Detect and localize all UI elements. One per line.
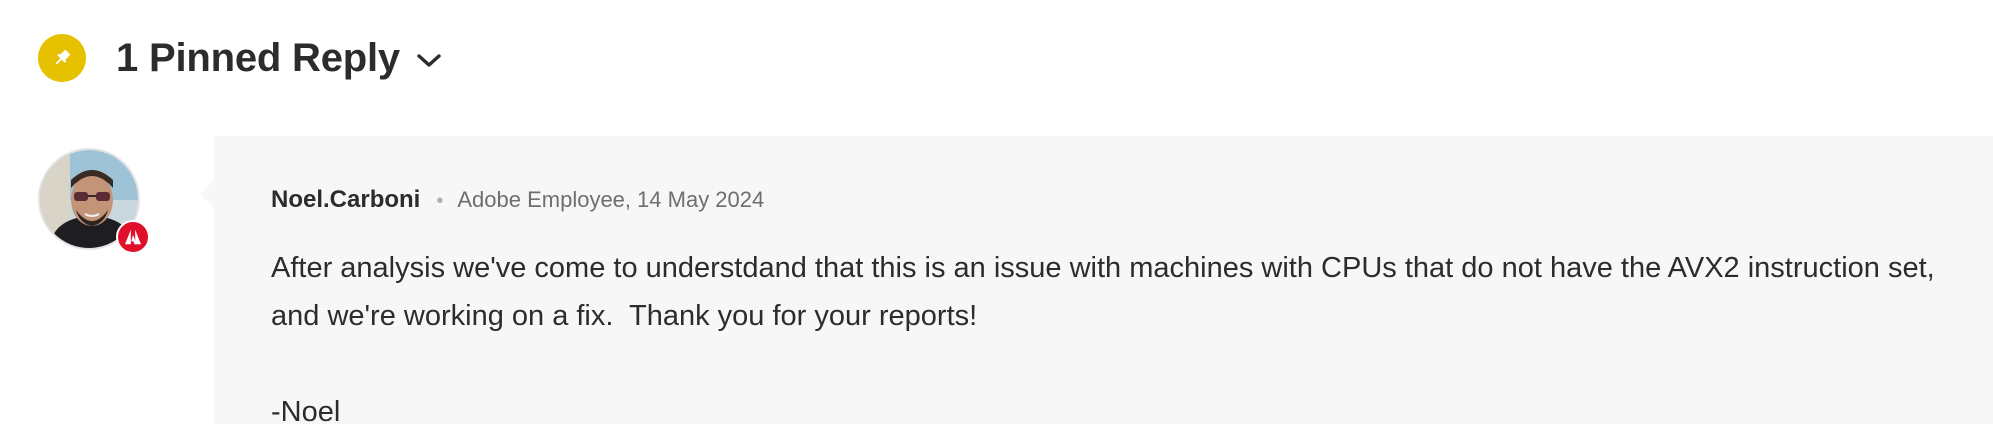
pinned-replies-title: 1 Pinned Reply <box>116 35 400 80</box>
reply-body-line: After analysis we've come to understdand… <box>271 252 1935 284</box>
reply-date: 14 May 2024 <box>637 187 765 212</box>
pin-badge <box>38 34 86 82</box>
pinned-reply-card: Noel.Carboni • Adobe Employee , 14 May 2… <box>200 136 1993 428</box>
pinned-replies-header: 1 Pinned Reply <box>38 34 442 82</box>
reply-meta: Noel.Carboni • Adobe Employee , 14 May 2… <box>271 186 764 214</box>
reply-body-line: and we're working on a fix. Thank you fo… <box>271 300 978 332</box>
author-role: Adobe Employee <box>457 187 625 212</box>
meta-separator-dot: • <box>436 190 444 212</box>
author-name[interactable]: Noel.Carboni <box>271 186 420 214</box>
chevron-down-icon[interactable] <box>416 52 442 70</box>
pin-icon <box>51 47 73 69</box>
adobe-logo-icon <box>124 229 142 245</box>
adobe-employee-badge <box>116 220 150 254</box>
reply-signature: -Noel <box>271 396 341 428</box>
meta-comma: , <box>624 187 632 212</box>
reply-body: After analysis we've come to understdand… <box>271 244 1971 436</box>
author-avatar-container[interactable] <box>38 148 150 254</box>
